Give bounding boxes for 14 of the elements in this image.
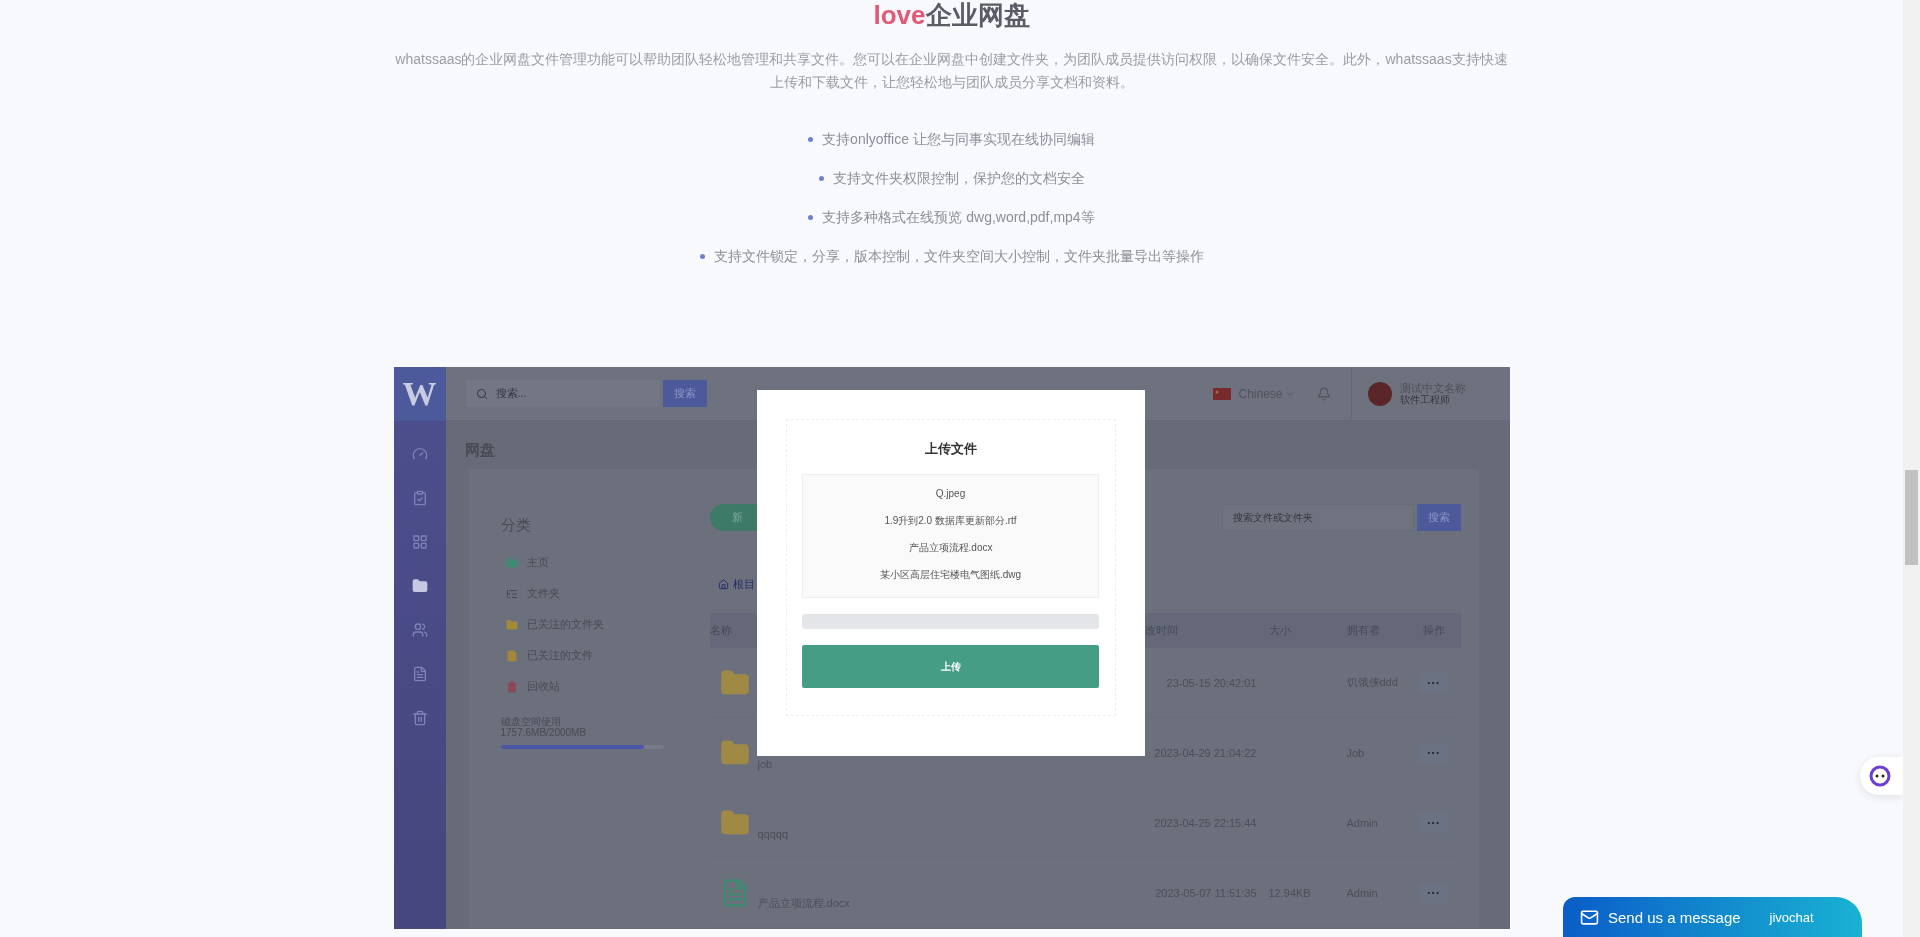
feature-text: 支持onlyoffice 让您与同事实现在线协同编辑 <box>822 130 1095 149</box>
chat-brand: jivochat <box>1769 909 1814 925</box>
file-name: 产品立项流程.docx <box>908 541 993 555</box>
feature-text: 支持文件夹权限控制，保护您的文档安全 <box>832 169 1085 188</box>
dialog-title: 上传文件 <box>924 440 977 458</box>
file-name: Q.jpeg <box>935 487 966 501</box>
intro-paragraph: whatssaas的企业网盘文件管理功能可以帮助团队轻松地管理和共享文件。您可以在企业网盘中创建文件夹，为团队成员提供访问权限，以确保文件安全。此外，whatssaas支持快速上传和下载文件，让您轻松地与团队成员分享文档和资料。 <box>394 50 1509 92</box>
feature-text: 支持文件锁定，分享，版本控制，文件夹空间大小控制，文件夹批量导出等操作 <box>713 247 1204 266</box>
feature-text: 支持多种格式在线预览 dwg,word,pdf,mp4等 <box>822 208 1095 227</box>
section-title: love企业网盘 <box>873 0 1030 30</box>
logo: W <box>393 367 446 421</box>
file-name: 某小区高层住宅楼电气图纸.dwg <box>879 568 1022 582</box>
file-name: 1.9升到2.0 数据库更新部分.rtf <box>884 514 1017 528</box>
chat-label: Send us a message <box>1608 908 1741 926</box>
